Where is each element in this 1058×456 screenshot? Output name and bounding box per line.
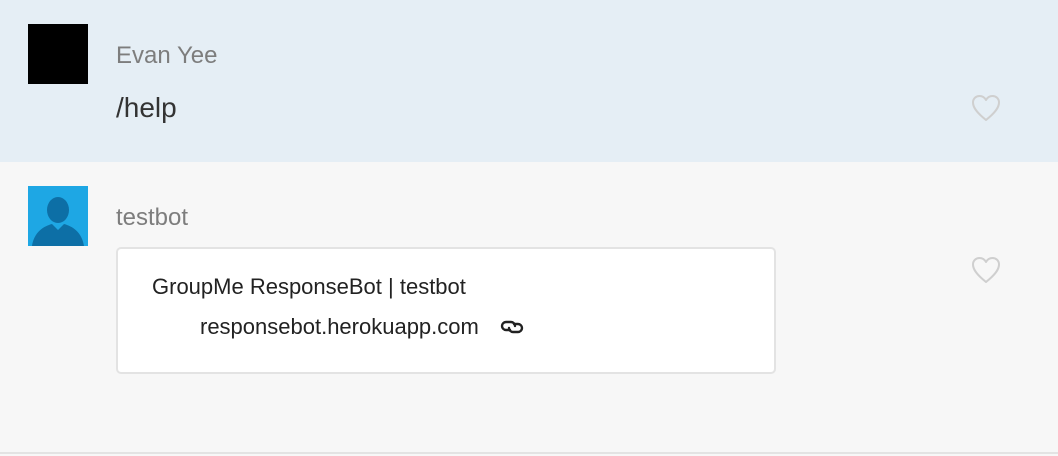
heart-icon[interactable] [970,93,1002,123]
link-preview-title: GroupMe ResponseBot | testbot [152,274,466,299]
message-author[interactable]: Evan Yee [116,40,217,72]
link-preview-url[interactable]: responsebot.herokuapp.com [200,311,479,343]
avatar[interactable] [28,186,88,246]
message-text: /help [116,92,177,123]
avatar[interactable] [28,24,88,84]
person-icon [32,197,84,246]
message-author[interactable]: testbot [116,202,188,234]
message-row: Evan Yee /help [0,0,1058,162]
heart-icon[interactable] [970,255,1002,285]
link-preview-url-row[interactable]: responsebot.herokuapp.com [200,310,525,344]
link-preview-card[interactable]: GroupMe ResponseBot | testbot responsebo… [116,247,776,374]
link-icon[interactable] [499,317,525,337]
message-row: testbot GroupMe ResponseBot | testbot re… [0,162,1058,454]
